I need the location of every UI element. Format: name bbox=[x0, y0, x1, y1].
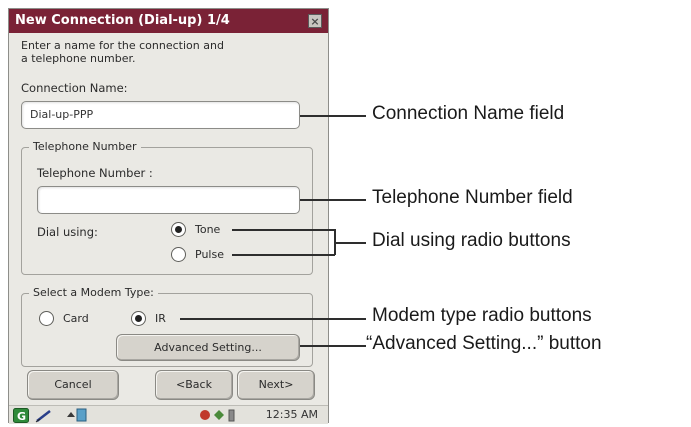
connection-name-field[interactable]: Dial-up-PPP bbox=[21, 101, 300, 129]
dial-using-label: Dial using: bbox=[37, 225, 98, 239]
connection-name-label: Connection Name: bbox=[21, 81, 128, 95]
callout-line-dial-using bbox=[334, 242, 366, 244]
callout-line-connection-name bbox=[300, 115, 366, 117]
taskbar-clock: 12:35 AM bbox=[265, 408, 318, 421]
taskbar: G 12:35 AM bbox=[9, 405, 328, 424]
callout-line-telephone-number bbox=[300, 199, 366, 201]
instructions: Enter a name for the connection and a te… bbox=[21, 39, 311, 65]
modem-group-legend: Select a Modem Type: bbox=[29, 286, 158, 299]
telephone-number-label: Telephone Number : bbox=[37, 166, 153, 180]
dial-tone-radio[interactable]: Tone bbox=[171, 222, 220, 237]
dial-tone-label: Tone bbox=[195, 223, 221, 236]
callout-modem-type: Modem type radio buttons bbox=[372, 305, 592, 326]
callout-line-dial-tone bbox=[232, 229, 335, 231]
radio-unchecked-icon bbox=[171, 247, 186, 262]
modem-ir-label: IR bbox=[155, 312, 166, 325]
back-button[interactable]: <Back bbox=[155, 370, 233, 400]
modem-card-label: Card bbox=[63, 312, 89, 325]
dial-pulse-label: Pulse bbox=[195, 248, 224, 261]
radio-checked-icon bbox=[131, 311, 146, 326]
advanced-setting-button[interactable]: Advanced Setting... bbox=[116, 334, 300, 361]
callout-line-dial-pulse bbox=[232, 254, 335, 256]
callout-line-modem-type bbox=[180, 318, 366, 320]
dialog-title: New Connection (Dial-up) 1/4 bbox=[15, 13, 230, 28]
telephone-group-legend: Telephone Number bbox=[29, 140, 141, 153]
radio-checked-icon bbox=[171, 222, 186, 237]
instructions-line-1: Enter a name for the connection and bbox=[21, 39, 224, 52]
callout-advanced-setting: “Advanced Setting...” button bbox=[366, 333, 602, 354]
callout-line-advanced-setting bbox=[300, 345, 366, 347]
callout-connection-name: Connection Name field bbox=[372, 103, 565, 124]
callout-dial-using: Dial using radio buttons bbox=[372, 230, 571, 251]
dialog-titlebar: New Connection (Dial-up) 1/4 × bbox=[9, 9, 328, 33]
sync-icon[interactable] bbox=[65, 408, 87, 427]
pen-icon[interactable] bbox=[35, 408, 53, 427]
next-button[interactable]: Next> bbox=[237, 370, 315, 400]
close-button[interactable]: × bbox=[308, 14, 322, 28]
svg-text:G: G bbox=[17, 410, 26, 423]
modem-card-radio[interactable]: Card bbox=[39, 311, 89, 326]
new-connection-dialog: New Connection (Dial-up) 1/4 × Enter a n… bbox=[8, 8, 329, 424]
figure: New Connection (Dial-up) 1/4 × Enter a n… bbox=[0, 0, 691, 427]
modem-ir-radio[interactable]: IR bbox=[131, 311, 166, 326]
instructions-line-2: a telephone number. bbox=[21, 52, 136, 65]
cancel-button[interactable]: Cancel bbox=[27, 370, 119, 400]
dial-pulse-radio[interactable]: Pulse bbox=[171, 247, 224, 262]
callout-telephone-number: Telephone Number field bbox=[372, 187, 573, 208]
telephone-number-field[interactable] bbox=[37, 186, 300, 214]
radio-unchecked-icon bbox=[39, 311, 54, 326]
network-status-icon[interactable] bbox=[199, 408, 239, 427]
app-launcher-icon[interactable]: G bbox=[13, 408, 29, 427]
